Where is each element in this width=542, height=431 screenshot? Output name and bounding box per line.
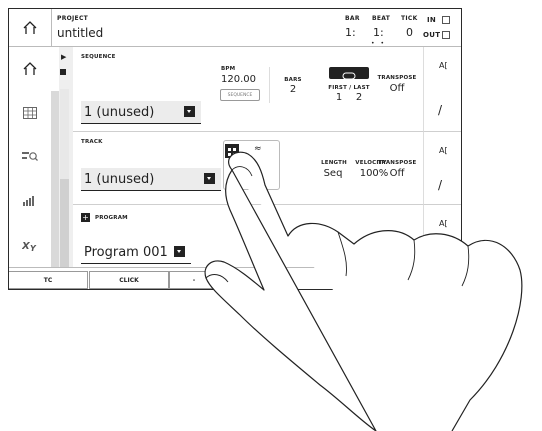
bars-label: BARS xyxy=(284,77,302,83)
bottom-toolbar: TC CLICK - xyxy=(9,267,461,289)
dropdown-arrow-icon xyxy=(184,106,195,117)
last-value[interactable]: 2 xyxy=(352,92,366,103)
sequence-label: SEQUENCE xyxy=(81,54,116,60)
track-transpose-value[interactable]: Off xyxy=(375,168,419,179)
grid-icon xyxy=(23,107,37,119)
beat-dots: • • xyxy=(371,40,386,47)
sidebar-item-grid[interactable] xyxy=(9,91,51,135)
dropdown-arrow-icon xyxy=(174,246,185,257)
grid-icon xyxy=(228,148,236,156)
bar-label: BAR xyxy=(345,15,360,22)
program-panel: + PROGRAM Program 001 xyxy=(73,205,423,268)
minus-button[interactable]: - xyxy=(169,271,219,289)
dropdown-arrow-icon xyxy=(204,173,215,184)
sequence-side-controls: A[ / xyxy=(423,47,461,132)
menu-home-button[interactable] xyxy=(9,9,52,46)
sequence-panel: SEQUENCE 1 (unused) BPM 120.00 SEQUENCE … xyxy=(73,47,423,132)
sidebar-item-search[interactable] xyxy=(9,135,51,179)
program-select[interactable]: Program 001 xyxy=(81,241,191,264)
program-select-value: Program 001 xyxy=(84,245,168,260)
project-label: PROJECT xyxy=(57,15,89,22)
out-checkbox[interactable] xyxy=(442,31,450,39)
track-panel: TRACK 1 (unused) ≈ LENGTH Seq VELOCITY 1… xyxy=(73,132,423,205)
track-type-selector[interactable]: ≈ xyxy=(223,140,280,190)
beat-value[interactable]: 1: xyxy=(373,26,384,39)
sidebar-rail-selected xyxy=(51,47,59,91)
sequence-select-value: 1 (unused) xyxy=(84,105,155,120)
scrollbar-thumb[interactable] xyxy=(60,89,69,179)
first-last-label: FIRST / LAST xyxy=(328,85,370,91)
tc-button[interactable]: TC xyxy=(9,271,88,289)
home-icon xyxy=(23,20,37,34)
play-indicator-icon: ▶ xyxy=(61,53,67,61)
program-label: PROGRAM xyxy=(95,215,128,221)
out-label: OUT xyxy=(423,31,441,39)
tick-value[interactable]: 0 xyxy=(406,26,413,39)
ai-icon[interactable]: A[ xyxy=(439,61,448,70)
sequence-tempo-button[interactable]: SEQUENCE xyxy=(220,89,260,101)
beat-label: BEAT xyxy=(372,15,391,22)
loop-icon xyxy=(342,72,356,80)
svg-text:Y: Y xyxy=(30,244,37,251)
tick-label: TICK xyxy=(401,15,418,22)
track-transpose-label: TRANSPOSE xyxy=(377,160,417,166)
search-list-icon xyxy=(22,152,38,161)
sidebar-item-home[interactable] xyxy=(9,47,51,91)
sequence-select[interactable]: 1 (unused) xyxy=(81,101,201,124)
bars-value[interactable]: 2 xyxy=(283,84,303,95)
length-value[interactable]: Seq xyxy=(313,168,353,179)
project-name[interactable]: untitled xyxy=(57,26,103,40)
divider xyxy=(269,67,270,103)
device-screen: PROJECT untitled BAR BEAT TICK 1: 1: 0 •… xyxy=(8,8,462,290)
track-side-controls: A[ / xyxy=(423,132,461,205)
ai-icon[interactable]: A[ xyxy=(439,146,448,155)
stop-indicator-icon xyxy=(60,69,66,75)
home-icon xyxy=(23,62,37,75)
pencil-icon[interactable]: / xyxy=(438,103,442,117)
track-select-value: 1 (unused) xyxy=(84,172,155,187)
track-label: TRACK xyxy=(81,139,103,145)
in-checkbox[interactable] xyxy=(442,16,450,24)
sidebar-item-levels[interactable] xyxy=(9,179,51,223)
add-program-button[interactable]: + xyxy=(81,213,90,222)
program-side-controls: A[ xyxy=(423,205,461,267)
instrument-type-icon[interactable]: ≈ xyxy=(254,144,262,154)
mode-sidebar: X Y xyxy=(9,47,52,267)
loop-button[interactable] xyxy=(329,67,369,80)
ai-icon[interactable]: A[ xyxy=(439,219,448,228)
pencil-icon[interactable]: / xyxy=(438,178,442,192)
bar-value[interactable]: 1: xyxy=(345,26,356,39)
transpose-label: TRANSPOSE xyxy=(377,75,417,81)
track-select[interactable]: 1 (unused) xyxy=(81,168,221,191)
click-button[interactable]: CLICK xyxy=(89,271,169,289)
bpm-value[interactable]: 120.00 xyxy=(221,74,256,85)
bpm-label: BPM xyxy=(221,66,236,72)
in-label: IN xyxy=(427,16,437,24)
length-label: LENGTH xyxy=(321,160,347,166)
sidebar-item-xy[interactable]: X Y xyxy=(9,223,51,267)
header-bar: PROJECT untitled BAR BEAT TICK 1: 1: 0 •… xyxy=(9,9,461,47)
first-value[interactable]: 1 xyxy=(332,92,346,103)
level-bars-icon xyxy=(23,196,34,206)
drum-type-button[interactable] xyxy=(225,144,239,158)
transpose-value[interactable]: Off xyxy=(375,83,419,94)
xy-icon: X Y xyxy=(22,241,37,251)
